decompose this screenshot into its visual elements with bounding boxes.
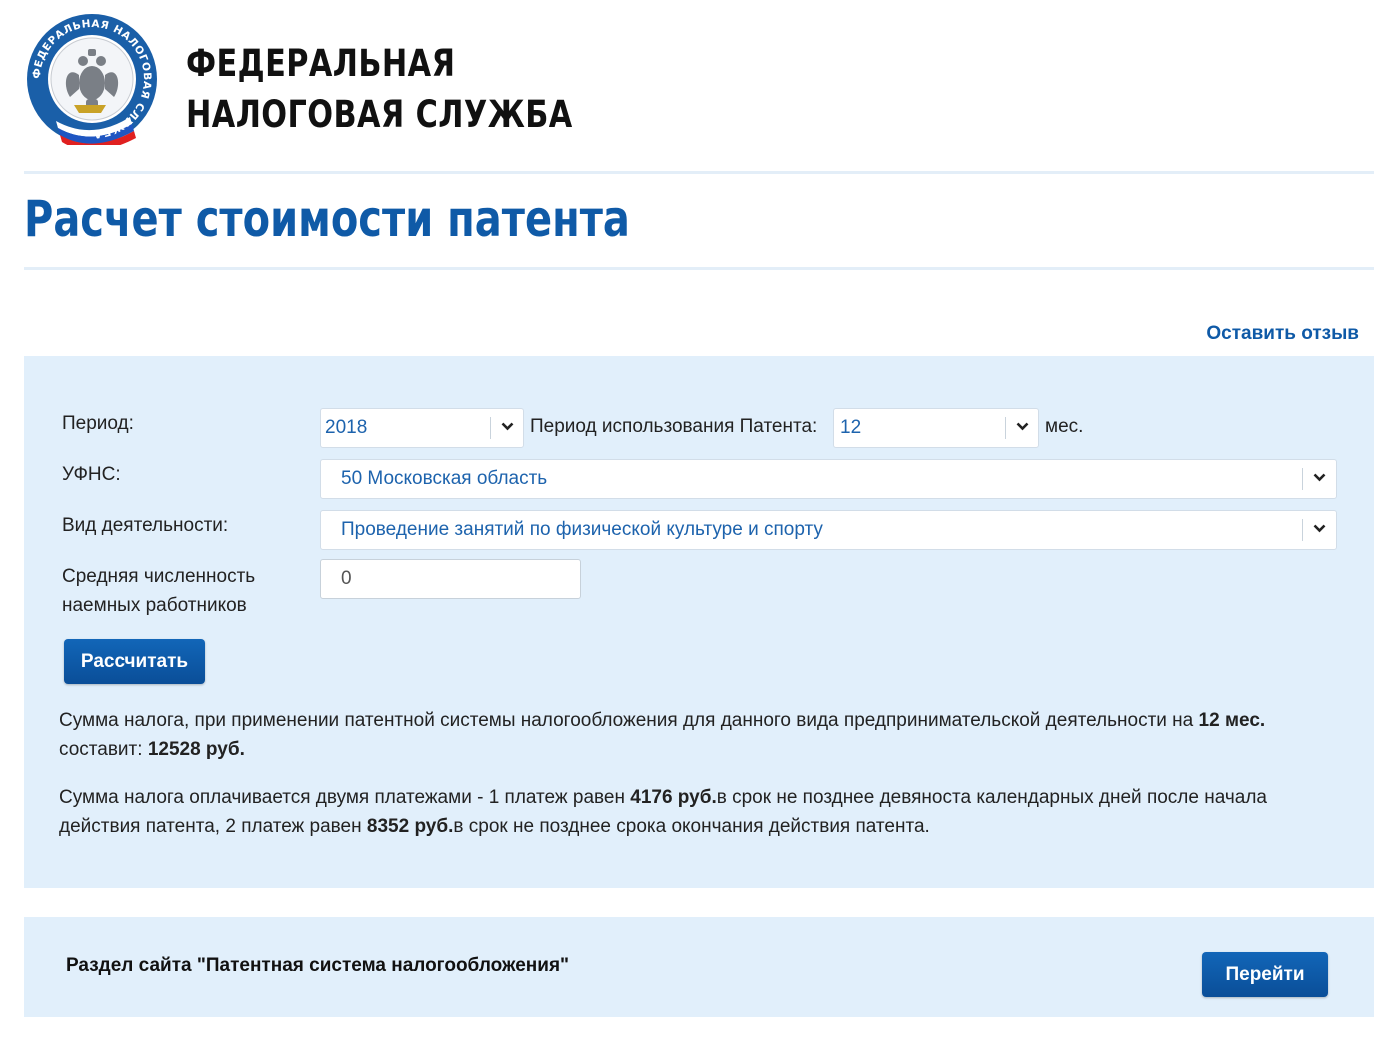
result-total-text: Сумма налога, при применении патентной с… — [59, 710, 1266, 760]
result-total-amount: 12528 руб. — [147, 739, 245, 760]
calculate-button[interactable]: Рассчитать — [64, 639, 205, 684]
usage-period-label: Период использования Патента: — [530, 416, 818, 437]
result-payments-text: Сумма налога оплачивается двумя платежам… — [59, 787, 1267, 837]
employees-label-line2: наемных работников — [62, 595, 247, 616]
payment-1-amount: 4176 руб. — [630, 787, 717, 808]
period-select[interactable]: 2018 — [320, 408, 524, 448]
usage-unit-label: мес. — [1045, 416, 1084, 437]
fns-emblem-icon[interactable]: ФЕДЕРАЛЬНАЯ НАЛОГОВАЯ СЛУЖБА — [26, 13, 158, 151]
org-name-line1: ФЕДЕРАЛЬНАЯ — [186, 42, 456, 85]
payment-2-amount: 8352 руб. — [366, 816, 454, 837]
site-header: ФЕДЕРАЛЬНАЯ НАЛОГОВАЯ СЛУЖБА ФЕДЕРАЛЬНАЯ… — [0, 0, 1400, 172]
chevron-down-icon[interactable] — [1305, 460, 1335, 498]
ufns-value: 50 Московская область — [341, 468, 548, 489]
activity-label: Вид деятельности: — [62, 515, 229, 536]
employees-label-line1: Средняя численность — [62, 566, 256, 587]
section-label: Раздел сайта "Патентная система налогооб… — [66, 955, 570, 976]
period-label: Период: — [62, 413, 134, 434]
result-months: 12 мес. — [1198, 710, 1266, 731]
chevron-down-icon[interactable] — [1008, 409, 1038, 447]
employees-input[interactable] — [320, 559, 581, 599]
org-name[interactable]: ФЕДЕРАЛЬНАЯ НАЛОГОВАЯ СЛУЖБА — [186, 38, 573, 140]
header-divider — [24, 171, 1374, 174]
period-value: 2018 — [325, 417, 368, 438]
page-title: Расчет стоимости патента — [24, 190, 630, 248]
org-name-line2: НАЛОГОВАЯ СЛУЖБА — [186, 93, 573, 136]
title-divider — [24, 267, 1374, 270]
activity-value: Проведение занятий по физической культур… — [341, 519, 823, 540]
feedback-link[interactable]: Оставить отзыв — [1206, 323, 1359, 345]
usage-period-select[interactable]: 12 — [833, 408, 1039, 448]
activity-select[interactable]: Проведение занятий по физической культур… — [320, 510, 1337, 550]
chevron-down-icon[interactable] — [493, 409, 523, 447]
chevron-down-icon[interactable] — [1305, 511, 1335, 549]
ufns-select[interactable]: 50 Московская область — [320, 459, 1337, 499]
usage-period-value: 12 — [840, 417, 862, 438]
calculator-panel: Период: 2018 Период использования Патент… — [24, 356, 1374, 888]
go-button[interactable]: Перейти — [1202, 952, 1328, 997]
ufns-label: УФНС: — [62, 464, 121, 485]
section-panel: Раздел сайта "Патентная система налогооб… — [24, 917, 1374, 1017]
